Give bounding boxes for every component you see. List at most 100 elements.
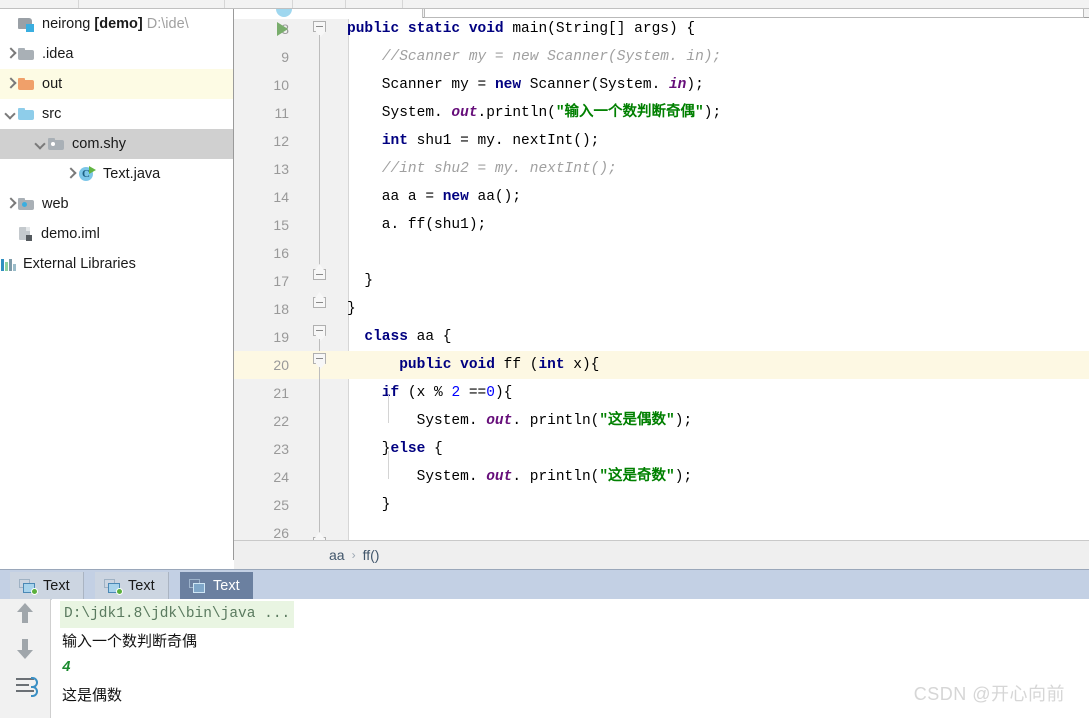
toolbar-divider	[224, 0, 225, 8]
tree-item--idea[interactable]: .idea	[0, 39, 233, 69]
code-text: }	[347, 273, 374, 289]
code-line[interactable]: 26	[234, 519, 1089, 540]
tree-item-web[interactable]: web	[0, 189, 233, 219]
chevron-none-icon	[2, 226, 18, 242]
tree-item-external-libraries[interactable]: External Libraries	[0, 249, 233, 279]
code-line[interactable]: 10 Scanner my = new Scanner(System. in);	[234, 71, 1089, 99]
code-text: System. out. println("这是偶数");	[347, 413, 693, 429]
toolbar-divider	[292, 0, 293, 8]
code-text: int shu1 = my. nextInt();	[381, 133, 600, 149]
code-line[interactable]: 13 //int shu2 = my. nextInt();	[234, 155, 1089, 183]
fold-rail	[319, 35, 320, 271]
line-number: 11	[274, 105, 289, 121]
editor-area[interactable]: 8 public static void main(String[] args) …	[234, 9, 1089, 540]
code-text: System. out.println("输入一个数判断奇偶");	[347, 105, 722, 121]
project-tool-window[interactable]: neirong [demo] D:\ide\ .idea out src com.shy…	[0, 9, 234, 560]
editor-tab-strip[interactable]	[234, 9, 1089, 18]
project-tree[interactable]: neirong [demo] D:\ide\ .idea out src com.shy…	[0, 9, 233, 279]
console-line-input: 4	[62, 660, 71, 676]
chevron-right-icon[interactable]	[2, 76, 18, 92]
tree-item-label: out	[42, 76, 63, 92]
chevron-down-icon[interactable]	[2, 106, 18, 122]
tree-item-src[interactable]: src	[0, 99, 233, 129]
breadcrumb[interactable]: aa › ff()	[234, 540, 1089, 569]
editor-search-box[interactable]	[424, 9, 1084, 18]
toolbar-divider	[78, 0, 79, 8]
iml-file-icon	[18, 226, 34, 242]
soft-wrap-icon[interactable]	[11, 673, 39, 701]
console-line-cmd: D:\jdk1.8\jdk\bin\java ...	[60, 601, 295, 628]
editor-tab-active[interactable]	[234, 9, 423, 18]
indent-guide	[388, 451, 389, 479]
main-toolbar[interactable]	[0, 0, 1089, 9]
line-number: 24	[273, 469, 289, 485]
run-tab-label: Text	[213, 578, 240, 594]
run-tab-3[interactable]: Text	[180, 572, 253, 600]
code-line[interactable]: 17 }	[234, 267, 1089, 295]
fold-marker-icon[interactable]	[313, 292, 328, 312]
line-number: 12	[273, 133, 289, 149]
tree-item-label: .idea	[42, 46, 74, 62]
tree-item-out[interactable]: out	[0, 69, 233, 99]
code-line[interactable]: 16	[234, 239, 1089, 267]
up-arrow-icon[interactable]	[11, 603, 39, 631]
breadcrumb-class[interactable]: aa	[329, 547, 345, 563]
code-line[interactable]: 21 if (x % 2 ==0){	[234, 379, 1089, 407]
code-text: }	[347, 497, 391, 513]
project-root-row[interactable]: neirong [demo] D:\ide\	[0, 9, 233, 39]
code-text: aa a = new aa();	[347, 189, 522, 205]
package-icon	[48, 137, 65, 151]
tree-item-demo-iml[interactable]: demo.iml	[0, 219, 233, 249]
fold-rail	[319, 367, 320, 537]
code-line[interactable]: 20 public void ff (int x){	[234, 351, 1089, 379]
console-line-out: 输入一个数判断奇偶	[62, 633, 198, 650]
chevron-right-icon[interactable]	[2, 46, 18, 62]
fold-marker-icon[interactable]	[313, 264, 328, 284]
code-line[interactable]: 23 }else {	[234, 435, 1089, 463]
line-number: 17	[273, 273, 289, 289]
tree-item-label: web	[42, 196, 69, 212]
line-number: 23	[273, 441, 289, 457]
code-line[interactable]: 25 }	[234, 491, 1089, 519]
project-root-label: neirong [demo] D:\ide\	[42, 16, 189, 32]
code-text: class aa {	[364, 329, 452, 345]
tree-item-text-java[interactable]: C Text.java	[0, 159, 233, 189]
code-line[interactable]: 19 class aa {	[234, 323, 1089, 351]
code-line[interactable]: 18}	[234, 295, 1089, 323]
line-number: 20	[273, 357, 289, 373]
code-line[interactable]: 15 a. ff(shu1);	[234, 211, 1089, 239]
folder-grey-icon	[18, 47, 35, 61]
console-tab-icon	[189, 578, 207, 594]
fold-marker-icon[interactable]	[313, 21, 328, 37]
run-side-toolbar[interactable]	[0, 599, 51, 718]
console-tab-icon	[104, 578, 123, 595]
code-line[interactable]: 22 System. out. println("这是偶数");	[234, 407, 1089, 435]
down-arrow-icon[interactable]	[11, 637, 39, 665]
code-editor[interactable]: 8 public static void main(String[] args) …	[234, 19, 1089, 540]
chevron-right-icon[interactable]	[2, 196, 18, 212]
code-line[interactable]: 11 System. out.println("输入一个数判断奇偶");	[234, 99, 1089, 127]
chevron-right-icon[interactable]	[62, 166, 78, 182]
run-tab-label: Text	[43, 578, 70, 594]
line-number: 10	[273, 77, 289, 93]
breadcrumb-method[interactable]: ff()	[363, 547, 380, 563]
run-tab-1[interactable]: Text	[10, 572, 84, 600]
run-tab-2[interactable]: Text	[95, 572, 169, 600]
code-line[interactable]: 9 //Scanner my = new Scanner(System. in)…	[234, 43, 1089, 71]
run-gutter-icon[interactable]	[277, 22, 288, 36]
ide-window: neirong [demo] D:\ide\ .idea out src com.shy…	[0, 0, 1089, 718]
code-line[interactable]: 8 public static void main(String[] args) …	[234, 19, 1089, 43]
console-line-out: 这是偶数	[62, 687, 123, 704]
fold-marker-icon[interactable]	[313, 325, 328, 341]
code-line[interactable]: 12 int shu1 = my. nextInt();	[234, 127, 1089, 155]
run-tab-label: Text	[128, 578, 155, 594]
chevron-icon	[2, 16, 18, 32]
run-tab-bar[interactable]: Text Text Text	[0, 569, 1089, 600]
tree-item-label: com.shy	[72, 136, 126, 152]
code-text: System. out. println("这是奇数");	[347, 469, 693, 485]
code-line[interactable]: 14 aa a = new aa();	[234, 183, 1089, 211]
fold-marker-icon[interactable]	[313, 353, 328, 369]
chevron-down-icon[interactable]	[32, 136, 48, 152]
code-line[interactable]: 24 System. out. println("这是奇数");	[234, 463, 1089, 491]
tree-item-com-shy[interactable]: com.shy	[0, 129, 233, 159]
